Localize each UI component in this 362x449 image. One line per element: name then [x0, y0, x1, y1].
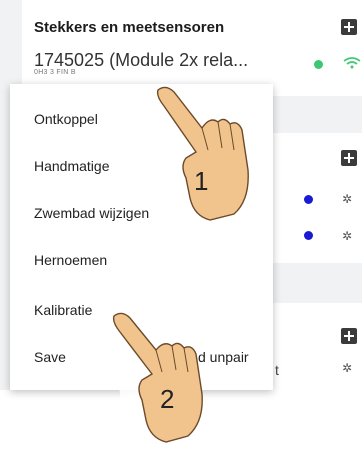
menu-item-disconnect[interactable]: Ontkoppel [34, 111, 98, 127]
wifi-icon [343, 57, 361, 69]
truncated-text: t [275, 362, 279, 378]
pointing-hand-icon: 1 [156, 86, 270, 230]
status-dot-icon [314, 60, 323, 69]
add-plus-icon[interactable] [341, 19, 357, 35]
step2-label: 2 [160, 384, 174, 414]
device-name[interactable]: 1745025 (Module 2x rela... [34, 50, 248, 71]
add-plus-icon[interactable] [341, 328, 357, 344]
menu-item-save-unpair[interactable]: Save [34, 349, 66, 365]
gear-icon[interactable]: ✲ [342, 362, 352, 374]
app-screen: Stekkers en meetsensoren 1745025 (Module… [0, 0, 362, 449]
relay-dot-icon [304, 231, 313, 240]
gear-icon[interactable]: ✲ [342, 193, 352, 205]
add-plus-icon[interactable] [341, 150, 357, 166]
menu-item-change-pool[interactable]: Zwembad wijzigen [34, 205, 149, 221]
menu-item-calibration[interactable]: Kalibratie [34, 302, 92, 318]
relay-dot-icon [304, 195, 313, 204]
menu-item-rename[interactable]: Hernoemen [34, 252, 107, 268]
gear-icon[interactable]: ✲ [342, 230, 352, 242]
step1-label: 1 [194, 166, 208, 196]
pointing-hand-icon: 2 [112, 312, 204, 449]
menu-item-manual[interactable]: Handmatige [34, 158, 110, 174]
device-subtitle: 0H3 3 FIN B [34, 69, 76, 76]
section-title: Stekkers en meetsensoren [34, 19, 225, 36]
